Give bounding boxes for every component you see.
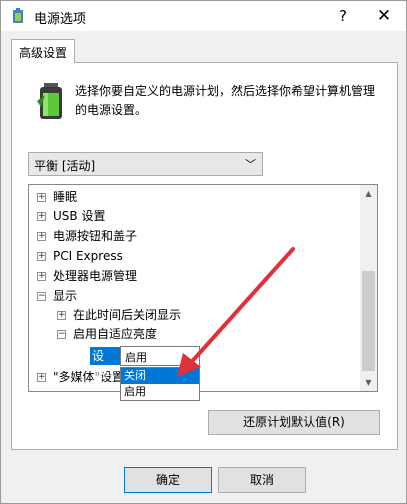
cancel-button[interactable]: 取消 bbox=[218, 467, 306, 493]
tree-item-label: 显示 bbox=[53, 289, 78, 303]
settings-tree[interactable]: + 睡眠 + USB 设置 + 电源按钮和盖子 + PCI Express + … bbox=[28, 184, 378, 392]
tree-item-label: PCI Express bbox=[53, 249, 123, 263]
dropdown-option-on[interactable]: 启用 bbox=[121, 384, 199, 400]
tree-item-label: USB 设置 bbox=[53, 209, 106, 223]
tree-item-label: "多媒体"设置 bbox=[53, 370, 125, 384]
expand-icon[interactable]: + bbox=[37, 272, 46, 281]
power-plan-select[interactable]: 平衡 [活动] ﹀ bbox=[28, 152, 263, 176]
ok-button[interactable]: 确定 bbox=[124, 467, 212, 493]
description-line-1: 选择你要自定义的电源计划，然后选择你希望计算机管理 bbox=[75, 84, 376, 98]
setting-label: 设置: bbox=[90, 347, 120, 381]
window-title: 电源选项 bbox=[34, 12, 87, 27]
setting-value-select[interactable]: 启用 bbox=[120, 346, 200, 366]
expand-icon[interactable]: + bbox=[37, 232, 46, 241]
tree-item-label: 启用自适应亮度 bbox=[73, 327, 158, 341]
expand-icon[interactable]: + bbox=[37, 373, 46, 382]
description-text: 选择你要自定义的电源计划，然后选择你希望计算机管理 的电源设置。 bbox=[75, 82, 385, 120]
tree-scrollbar[interactable]: ▲ ▼ bbox=[360, 185, 377, 391]
tree-item-label: 睡眠 bbox=[53, 190, 78, 204]
tree-item-label: 电源按钮和盖子 bbox=[53, 229, 138, 243]
help-button[interactable]: ? bbox=[323, 3, 363, 29]
tree-item-label: 在此时间后关闭显示 bbox=[73, 308, 182, 322]
setting-dropdown-list[interactable]: 关闭 启用 bbox=[120, 367, 200, 401]
expand-icon[interactable]: + bbox=[37, 193, 46, 202]
scroll-thumb[interactable] bbox=[362, 271, 375, 371]
tab-advanced-settings[interactable]: 高级设置 bbox=[11, 39, 75, 63]
dropdown-option-off[interactable]: 关闭 bbox=[121, 368, 199, 384]
power-options-dialog: 电源选项 ? ✕ 高级设置 选择你要自定义的电源计划，然后选择你希望计算机管理 … bbox=[0, 0, 407, 504]
description-line-2: 的电源设置。 bbox=[75, 103, 148, 117]
tree-item-label: 处理器电源管理 bbox=[53, 269, 138, 283]
collapse-icon[interactable]: − bbox=[37, 292, 46, 301]
setting-value: 启用 bbox=[125, 351, 147, 364]
chevron-down-icon: ﹀ bbox=[245, 158, 256, 171]
tab-label: 高级设置 bbox=[19, 46, 68, 60]
expand-icon[interactable]: + bbox=[57, 311, 66, 320]
collapse-icon[interactable]: − bbox=[57, 330, 66, 339]
scroll-down-arrow-icon[interactable]: ▼ bbox=[360, 374, 377, 391]
title-bar: 电源选项 ? ✕ bbox=[1, 1, 406, 31]
scroll-up-arrow-icon[interactable]: ▲ bbox=[360, 185, 377, 202]
expand-icon[interactable]: + bbox=[37, 212, 46, 221]
close-button[interactable]: ✕ bbox=[363, 3, 405, 29]
power-plan-value: 平衡 [活动] bbox=[34, 159, 96, 173]
battery-icon bbox=[37, 83, 62, 119]
power-options-icon bbox=[13, 8, 23, 23]
expand-icon[interactable]: + bbox=[37, 252, 46, 261]
restore-defaults-button[interactable]: 还原计划默认值(R) bbox=[208, 410, 380, 435]
